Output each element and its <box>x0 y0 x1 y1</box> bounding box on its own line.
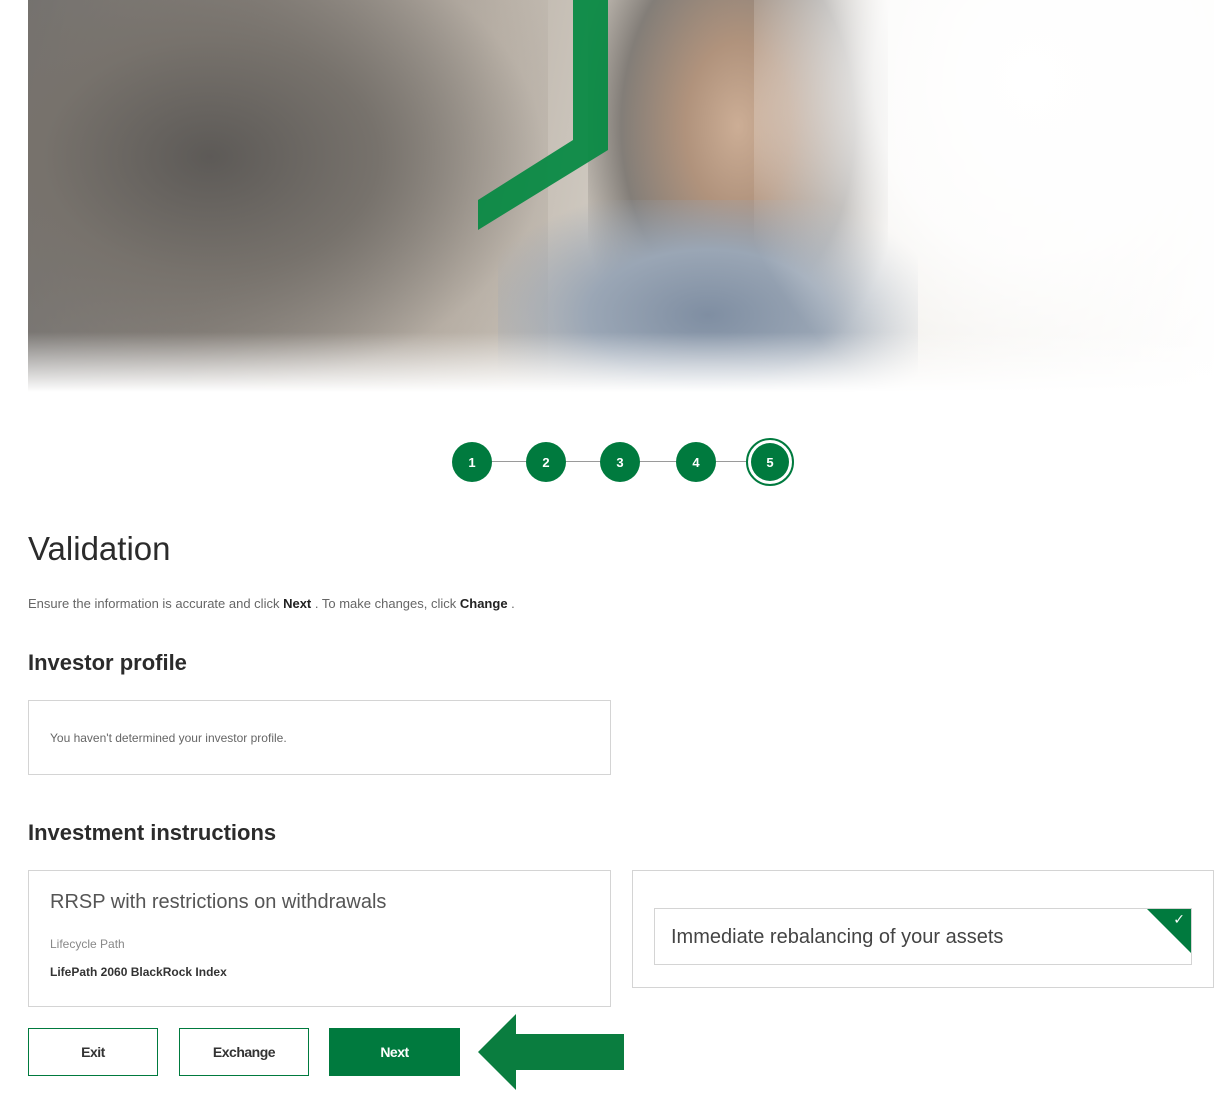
next-button[interactable]: Next <box>329 1028 460 1076</box>
instruction-change-keyword: Change <box>459 596 508 611</box>
checkmark-icon: ✓ <box>1173 911 1185 927</box>
hero-fade <box>28 332 1214 392</box>
rebalancing-option[interactable]: Immediate rebalancing of your assets ✓ <box>654 908 1192 965</box>
plan-fund-name: LifePath 2060 BlackRock Index <box>50 965 227 979</box>
exit-button[interactable]: Exit <box>28 1028 158 1076</box>
exchange-button[interactable]: Exchange <box>179 1028 309 1076</box>
plan-type-label: Lifecycle Path <box>50 937 125 951</box>
page-title: Validation <box>28 530 171 567</box>
investor-profile-heading: Investor profile <box>28 650 187 675</box>
investment-instructions-heading: Investment instructions <box>28 820 277 845</box>
instruction-suffix: . <box>507 596 515 611</box>
hero-banner-image <box>28 0 1214 392</box>
step-5-label: 5 <box>751 443 789 481</box>
step-4[interactable]: 4 <box>676 442 716 482</box>
investor-profile-card: You haven't determined your investor pro… <box>28 700 611 775</box>
step-2[interactable]: 2 <box>526 442 566 482</box>
instruction-text: Ensure the information is accurate and c… <box>28 596 515 611</box>
rebalancing-card: Immediate rebalancing of your assets ✓ <box>632 870 1214 988</box>
instruction-next-keyword: Next <box>283 596 312 611</box>
step-1[interactable]: 1 <box>452 442 492 482</box>
step-3[interactable]: 3 <box>600 442 640 482</box>
rebalancing-option-label: Immediate rebalancing of your assets <box>671 926 1004 948</box>
left-arrow-annotation-icon <box>478 1014 624 1090</box>
instruction-middle: . To make changes, click <box>311 596 460 611</box>
plan-title: RRSP with restrictions on withdrawals <box>50 891 387 913</box>
step-5-active[interactable]: 5 <box>746 438 794 486</box>
progress-stepper: 1 2 3 4 5 <box>452 438 802 486</box>
plan-card: RRSP with restrictions on withdrawals Li… <box>28 870 611 1007</box>
investor-profile-message: You haven't determined your investor pro… <box>50 731 287 745</box>
instruction-prefix: Ensure the information is accurate and c… <box>28 596 284 611</box>
